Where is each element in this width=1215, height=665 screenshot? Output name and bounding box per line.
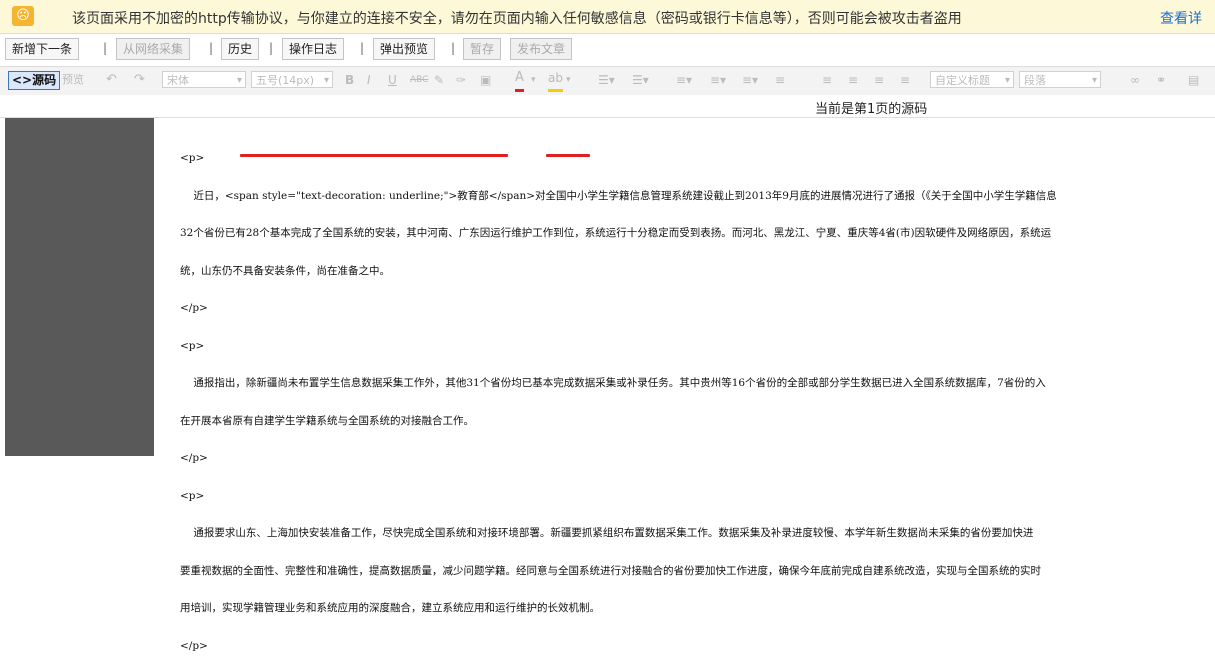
- code-line: 近日，<span style="text-decoration: underli…: [180, 190, 1215, 203]
- code-line: 要重视数据的全面性、完整性和准确性，提高数据质量，减少问题学籍。经同意与全国系统…: [180, 564, 1041, 577]
- font-family-select[interactable]: 宋体: [162, 71, 246, 89]
- chevron-down-icon[interactable]: ▾: [531, 71, 536, 89]
- align-justify-icon[interactable]: ≡: [900, 71, 910, 89]
- code-text: 近日，: [180, 189, 225, 202]
- paste-icon[interactable]: ▣: [480, 71, 491, 89]
- source-code-area[interactable]: <p> 近日，<span style="text-decoration: und…: [180, 127, 1215, 665]
- bold-icon[interactable]: B: [345, 71, 354, 89]
- separator: |: [451, 41, 456, 55]
- editor-side-panel: [5, 118, 154, 456]
- code-line: <p>: [180, 489, 205, 502]
- font-color-icon[interactable]: A: [515, 71, 524, 92]
- source-code-button[interactable]: <>源码: [8, 71, 61, 90]
- code-line: </p>: [180, 452, 208, 464]
- popup-preview-button[interactable]: 弹出预览: [373, 38, 436, 60]
- align-left-icon[interactable]: ≡: [822, 71, 832, 89]
- image-icon[interactable]: ▤: [1188, 71, 1199, 89]
- span-open-tag: <span style="text-decoration: underline;…: [224, 189, 458, 202]
- chevron-down-icon[interactable]: ▾: [566, 71, 571, 89]
- code-line: 在开展本省原有自建学生学籍系统与全国系统的对接融合工作。: [180, 414, 474, 427]
- page-info-text: 当前是第1页的源码: [815, 102, 928, 117]
- action-button-bar: 新增下一条 | 从网络采集 | 历史 | 操作日志 | 弹出预览 | 暂存 发布…: [0, 34, 1215, 64]
- code-line: 32个省份已有28个基本完成了全国系统的安装，其中河南、广东因运行维护工作到位，…: [180, 227, 1052, 239]
- code-line: 统，山东仍不具备安装条件，尚在准备之中。: [180, 264, 390, 277]
- warning-icon: ☹: [12, 6, 34, 26]
- code-text: 教育部: [457, 189, 489, 202]
- line-height-icon[interactable]: ≡▾: [676, 71, 692, 89]
- annotation-underline: [240, 154, 508, 157]
- outdent-icon[interactable]: ≡: [775, 71, 785, 89]
- underline-icon[interactable]: U: [388, 71, 397, 89]
- code-line: 通报要求山东、上海加快安装准备工作，尽快完成全国系统和对接环境部署。新疆要抓紧组…: [180, 527, 1034, 539]
- custom-title-select[interactable]: 自定义标题: [930, 71, 1014, 89]
- code-text: 对全国中小学生学籍信息管理系统建设截止到2013年9月底的进展情况进行了通报（《…: [535, 189, 1057, 202]
- font-size-select[interactable]: 五号(14px): [251, 71, 333, 89]
- annotation-underline: [546, 154, 590, 157]
- code-line: 通报指出，除新疆尚未布置学生信息数据采集工作外，其他31个省份均已基本完成数据采…: [180, 377, 1046, 389]
- editor-toolbar: <>源码 预览 ↶ ↷ 宋体 五号(14px) B I U ABC ✎ ✑ ▣ …: [0, 66, 1215, 96]
- publish-article-button[interactable]: 发布文章: [510, 38, 573, 60]
- operation-log-button[interactable]: 操作日志: [282, 38, 345, 60]
- separator: |: [269, 41, 274, 55]
- unordered-list-icon[interactable]: ☰▾: [632, 71, 649, 89]
- italic-icon[interactable]: I: [367, 71, 371, 89]
- separator: |: [103, 41, 108, 55]
- align-right-icon[interactable]: ≡: [874, 71, 884, 89]
- warning-text: 该页面采用不加密的http传输协议，与你建立的连接不安全，请勿在页面内输入任何敏…: [72, 11, 962, 27]
- preview-toggle[interactable]: 预览: [62, 71, 84, 89]
- separator: |: [209, 41, 214, 55]
- paragraph-select[interactable]: 段落: [1019, 71, 1101, 89]
- code-line: </p>: [180, 639, 208, 652]
- paragraph-spacing-icon[interactable]: ≡▾: [710, 71, 726, 89]
- page-info-bar: 当前是第1页的源码: [0, 95, 1215, 118]
- history-button[interactable]: 历史: [221, 38, 260, 60]
- redo-icon[interactable]: ↷: [134, 71, 145, 89]
- align-center-icon[interactable]: ≡: [848, 71, 858, 89]
- ordered-list-icon[interactable]: ☰▾: [598, 71, 615, 89]
- save-draft-button[interactable]: 暂存: [463, 38, 502, 60]
- span-close-tag: </span>: [488, 189, 536, 202]
- link-icon[interactable]: ∞: [1130, 71, 1140, 89]
- indent-icon[interactable]: ≡▾: [742, 71, 758, 89]
- new-next-button[interactable]: 新增下一条: [5, 38, 80, 60]
- highlight-color-icon[interactable]: ab: [548, 71, 563, 92]
- undo-icon[interactable]: ↶: [106, 71, 117, 89]
- format-brush-icon[interactable]: ✑: [456, 71, 466, 89]
- code-line: 用培训，实现学籍管理业务和系统应用的深度融合，建立系统应用和运行维护的长效机制。: [180, 602, 600, 614]
- strikethrough-icon[interactable]: ABC: [410, 71, 428, 89]
- code-line: <p>: [180, 339, 205, 352]
- unlink-icon[interactable]: ⚭: [1156, 71, 1166, 89]
- clear-format-icon[interactable]: ✎: [434, 71, 444, 89]
- code-line: </p>: [180, 302, 208, 314]
- security-warning-bar: ☹ 该页面采用不加密的http传输协议，与你建立的连接不安全，请勿在页面内输入任…: [0, 0, 1215, 34]
- separator: |: [360, 41, 365, 55]
- view-details-link[interactable]: 查看详: [1160, 8, 1202, 28]
- fetch-from-web-button[interactable]: 从网络采集: [116, 38, 191, 60]
